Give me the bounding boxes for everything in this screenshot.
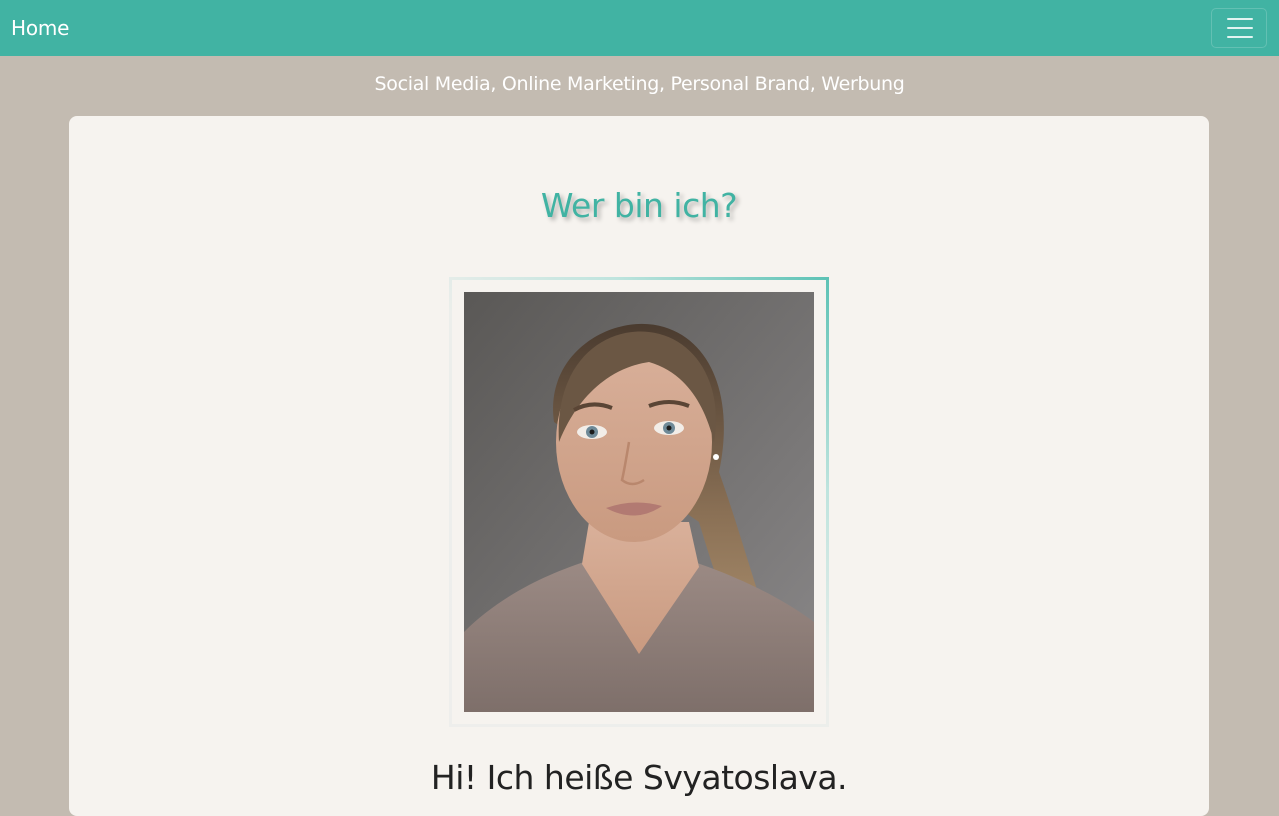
section-title: Wer bin ich? [540, 186, 738, 225]
top-navbar: Home [0, 0, 1279, 56]
home-link[interactable]: Home [11, 15, 69, 41]
hamburger-menu-icon [1227, 18, 1253, 38]
portrait-photo [464, 292, 814, 712]
about-card: Wer bin ich? Hi! Ich heiße Svyatoslava. [69, 116, 1209, 816]
intro-heading: Hi! Ich heiße Svyatoslava. [430, 758, 848, 797]
menu-toggle-button[interactable] [1211, 8, 1267, 48]
site-tagline: Social Media, Online Marketing, Personal… [374, 73, 905, 95]
